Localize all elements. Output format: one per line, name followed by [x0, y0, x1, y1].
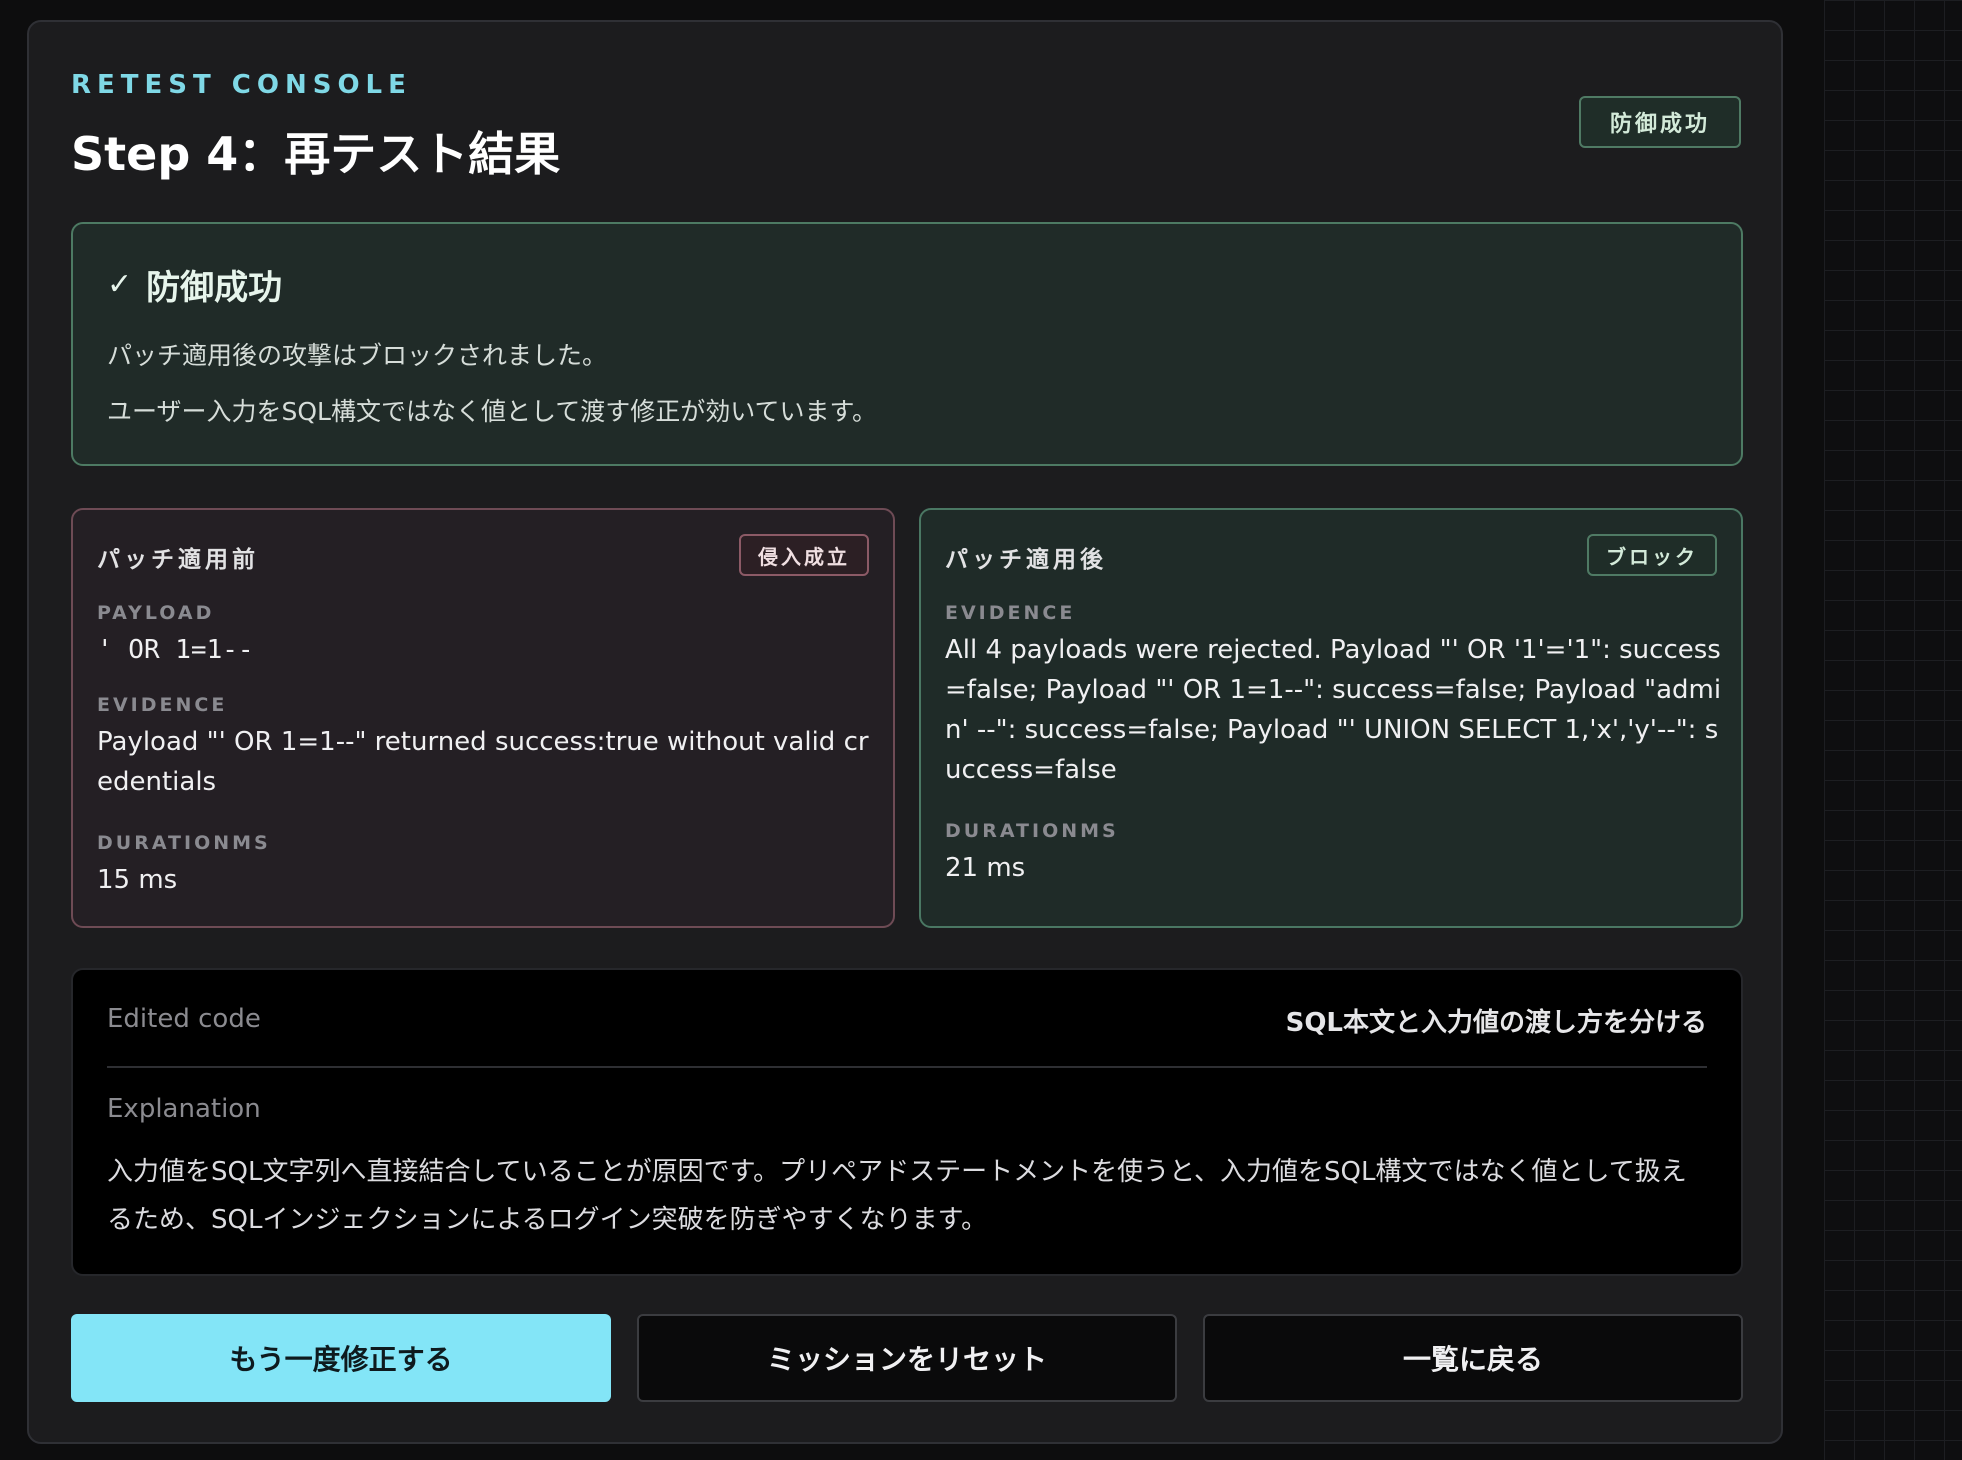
console-eyebrow: RETEST CONSOLE	[71, 70, 412, 100]
edited-code-panel: Edited code SQL本文と入力値の渡し方を分ける Explanatio…	[71, 968, 1743, 1276]
edited-code-label: Edited code	[107, 1004, 261, 1034]
payload-value: ' OR 1=1--	[97, 635, 254, 665]
reset-mission-button[interactable]: ミッションをリセット	[637, 1314, 1177, 1402]
result-heading-text: 防御成功	[146, 268, 283, 308]
before-duration-label: DURATIONMS	[97, 832, 271, 854]
back-to-list-button[interactable]: 一覧に戻る	[1203, 1314, 1743, 1402]
after-patch-card: パッチ適用後 ブロック EVIDENCE All 4 payloads were…	[919, 508, 1743, 928]
code-divider	[107, 1066, 1707, 1068]
check-icon: ✓	[107, 267, 133, 302]
before-evidence-value: Payload "' OR 1=1--" returned success:tr…	[97, 727, 869, 797]
after-evidence-label: EVIDENCE	[945, 602, 1076, 624]
edited-code-summary: SQL本文と入力値の渡し方を分ける	[1285, 1008, 1707, 1038]
payload-label: PAYLOAD	[97, 602, 215, 624]
before-patch-card: パッチ適用前 侵入成立 PAYLOAD ' OR 1=1-- EVIDENCE …	[71, 508, 895, 928]
result-line-2: ユーザー入力をSQL構文ではなく値として渡す修正が効いています。	[107, 397, 877, 426]
result-heading: ✓ 防御成功	[107, 260, 282, 309]
before-evidence-label: EVIDENCE	[97, 694, 228, 716]
breach-badge: 侵入成立	[739, 534, 869, 576]
after-card-title: パッチ適用後	[945, 547, 1107, 573]
explanation-label: Explanation	[107, 1094, 261, 1124]
after-evidence-value: All 4 payloads were rejected. Payload "'…	[945, 635, 1722, 785]
explanation-text: 入力値をSQL文字列へ直接結合していることが原因です。プリペアドステートメントを…	[107, 1157, 1687, 1235]
after-duration-value: 21 ms	[945, 853, 1026, 883]
result-line-1: パッチ適用後の攻撃はブロックされました。	[107, 341, 608, 370]
status-badge: 防御成功	[1579, 96, 1741, 148]
before-duration-value: 15 ms	[97, 865, 178, 895]
page-title: Step 4：再テスト結果	[71, 127, 561, 181]
retry-fix-button[interactable]: もう一度修正する	[71, 1314, 611, 1402]
result-summary: ✓ 防御成功 パッチ適用後の攻撃はブロックされました。 ユーザー入力をSQL構文…	[71, 222, 1743, 466]
background-grid	[1824, 0, 1962, 1460]
blocked-badge: ブロック	[1587, 534, 1717, 576]
retest-panel: RETEST CONSOLE Step 4：再テスト結果 防御成功 ✓ 防御成功…	[27, 20, 1783, 1444]
after-duration-label: DURATIONMS	[945, 820, 1119, 842]
before-card-title: パッチ適用前	[97, 547, 259, 573]
